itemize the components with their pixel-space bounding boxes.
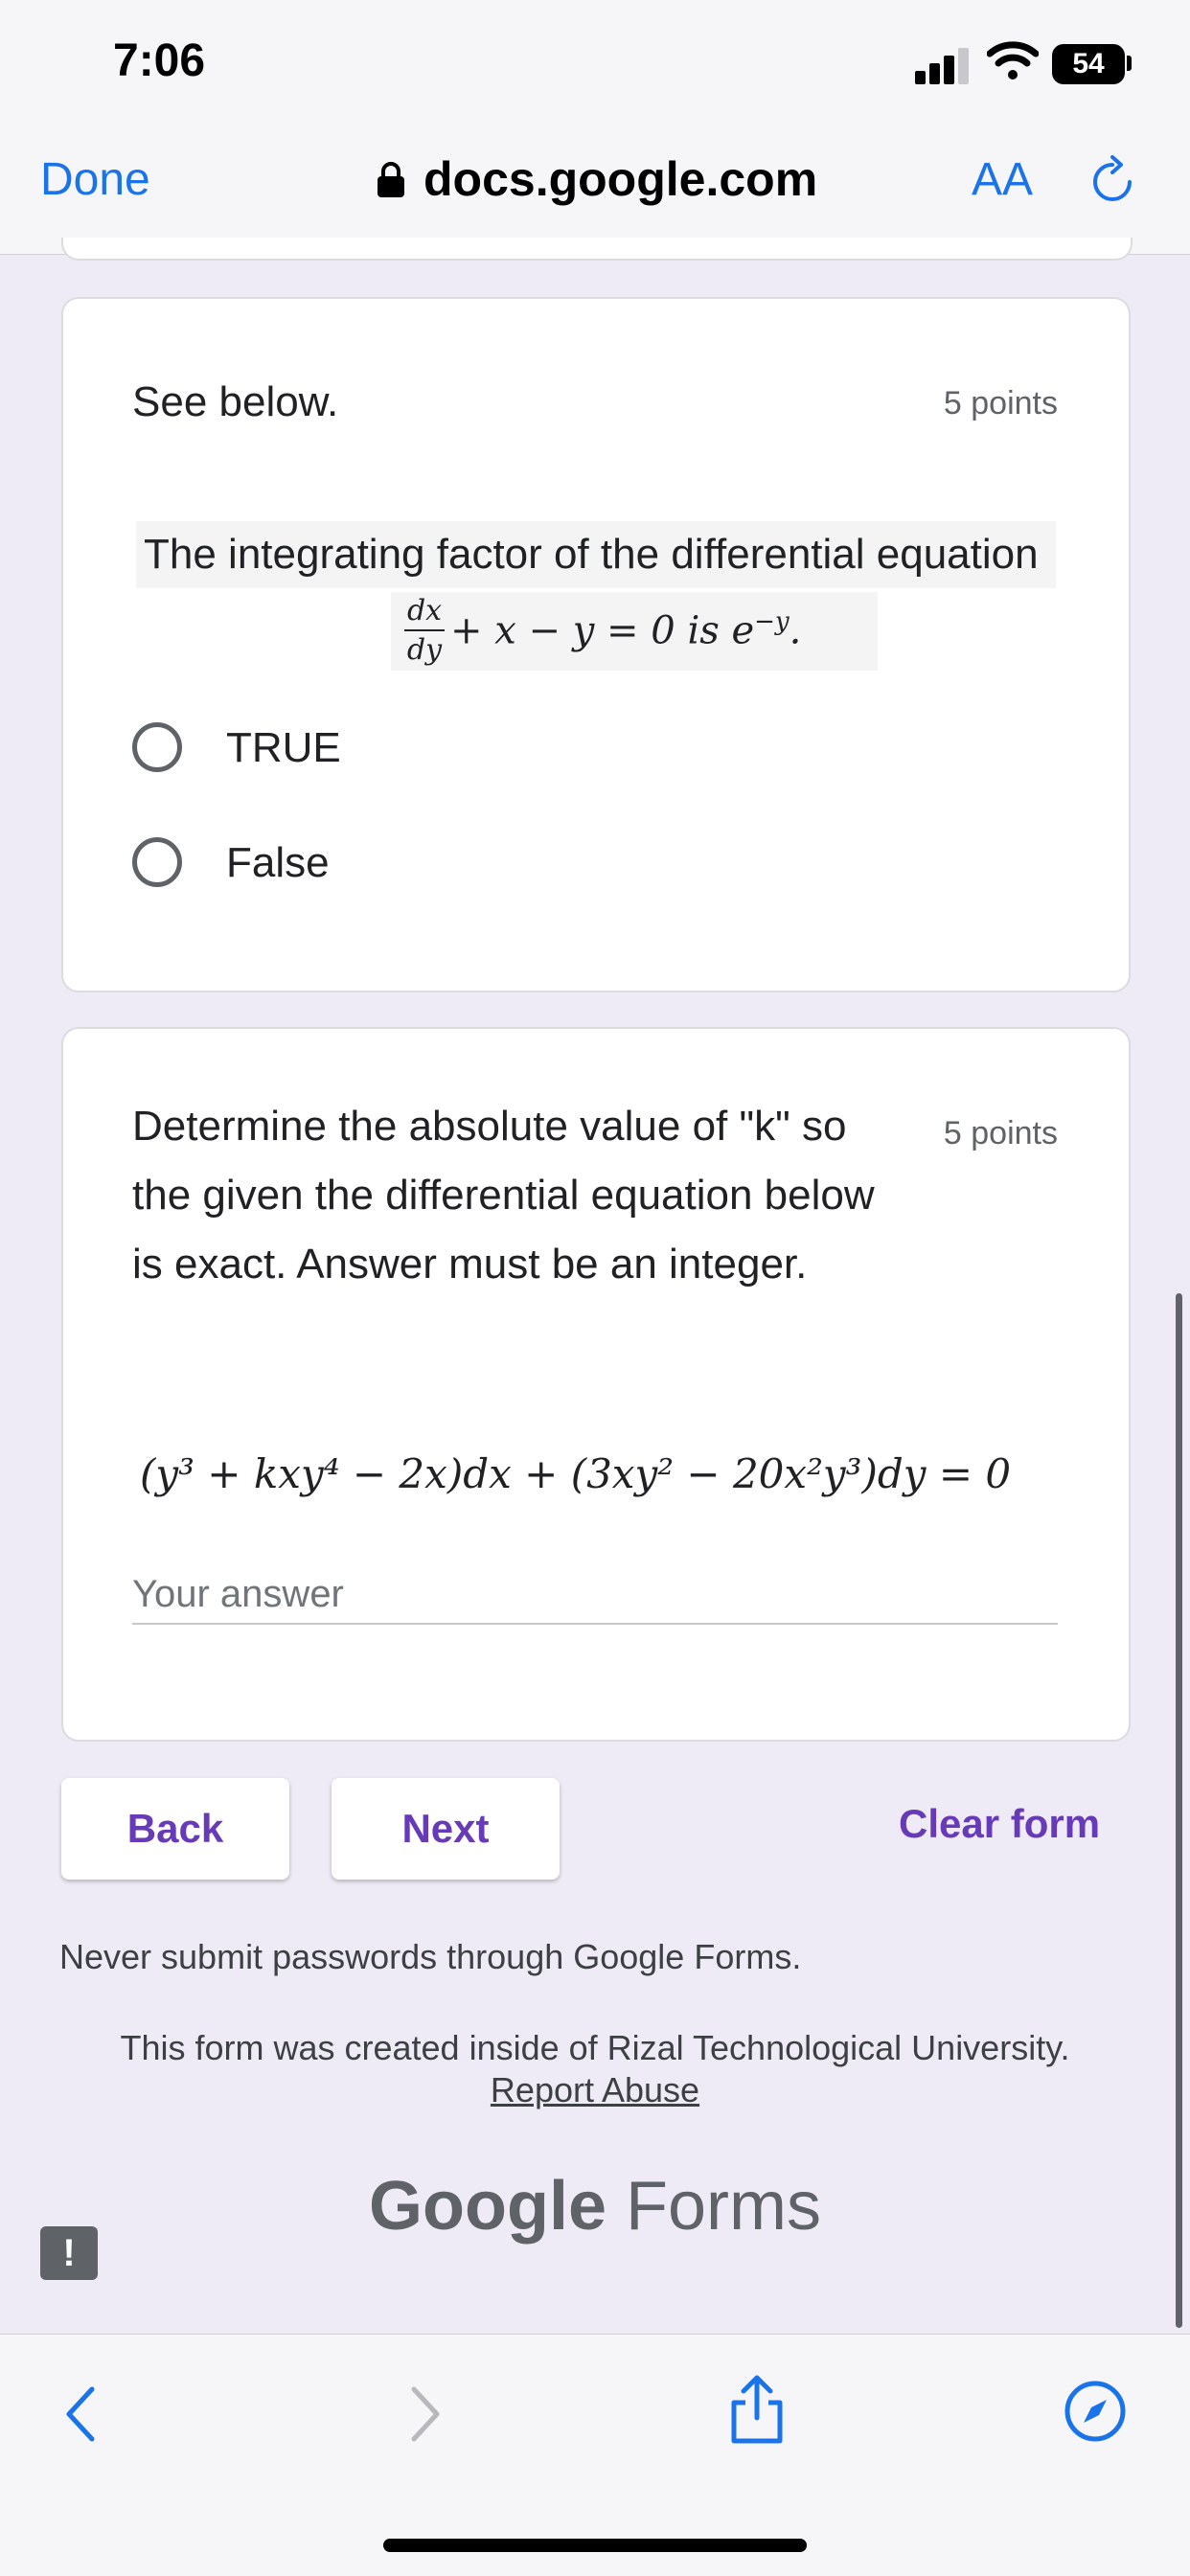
clear-form-button[interactable]: Clear form — [899, 1801, 1100, 1847]
equation-body: + x − y = 0 is e — [450, 608, 755, 653]
battery-tip — [1127, 56, 1132, 71]
url-domain[interactable]: docs.google.com — [423, 151, 817, 207]
exponent: −y — [754, 607, 790, 636]
chevron-left-icon[interactable] — [61, 2385, 100, 2443]
equation-period: . — [789, 608, 802, 653]
points-label: 5 points — [943, 1115, 1058, 1151]
password-warning: Never submit passwords through Google Fo… — [59, 1937, 802, 1976]
equation-rest: + x − y = 0 is e−y. — [450, 607, 801, 652]
home-indicator — [383, 2539, 807, 2552]
equation: dx dy + x − y = 0 is e−y. — [391, 592, 878, 671]
scrollbar[interactable] — [1176, 1293, 1182, 2328]
signal-icon — [915, 46, 973, 84]
status-time: 7:06 — [113, 35, 206, 86]
next-button[interactable]: Next — [332, 1778, 560, 1880]
logo-forms: Forms — [626, 2168, 821, 2245]
question-card-1: See below. 5 points The integrating fact… — [61, 297, 1131, 992]
aa-label: AA — [972, 154, 1034, 205]
fraction: dx dy — [404, 594, 445, 667]
radio-button[interactable] — [132, 837, 182, 887]
option-label: TRUE — [226, 724, 341, 771]
question-statement: The integrating factor of the differenti… — [136, 521, 1056, 588]
battery-indicator: 54 — [1052, 44, 1125, 84]
footer-created: This form was created inside of Rizal Te… — [0, 2027, 1190, 2111]
question-text: Determine the absolute value of "k" so t… — [132, 1103, 875, 1288]
points-label: 5 points — [943, 385, 1058, 422]
share-icon[interactable] — [726, 2374, 788, 2445]
fraction-bar — [404, 629, 445, 631]
created-text: This form was created inside of Rizal Te… — [120, 2028, 1070, 2067]
previous-card-edge — [61, 238, 1133, 261]
report-icon[interactable]: ! — [40, 2226, 98, 2280]
reload-icon[interactable] — [1088, 155, 1136, 207]
fraction-numerator: dx — [406, 594, 443, 627]
lock-icon — [378, 162, 404, 197]
chevron-right-icon[interactable] — [406, 2385, 445, 2443]
back-button[interactable]: Back — [61, 1778, 289, 1880]
wifi-icon — [987, 41, 1039, 80]
equation: (y³ + kxy⁴ − 2x)dx + (3xy² − 20x²y³)dy =… — [140, 1450, 1012, 1497]
question-card-2: Determine the absolute value of "k" so t… — [61, 1027, 1131, 1742]
question-image: The integrating factor of the differenti… — [136, 521, 1056, 671]
answer-input[interactable] — [132, 1565, 1058, 1625]
compass-icon[interactable] — [1064, 2380, 1127, 2443]
option-label: False — [226, 839, 330, 886]
question-title: See below. — [132, 378, 339, 425]
done-button[interactable]: Done — [40, 153, 150, 206]
report-abuse-link[interactable]: Report Abuse — [0, 2069, 1190, 2111]
radio-button[interactable] — [132, 722, 182, 772]
google-forms-logo[interactable]: Google Forms — [0, 2167, 1190, 2245]
logo-google: Google — [369, 2168, 606, 2245]
reader-text-size-button[interactable]: AA — [972, 153, 1033, 206]
fraction-denominator: dy — [406, 633, 443, 667]
